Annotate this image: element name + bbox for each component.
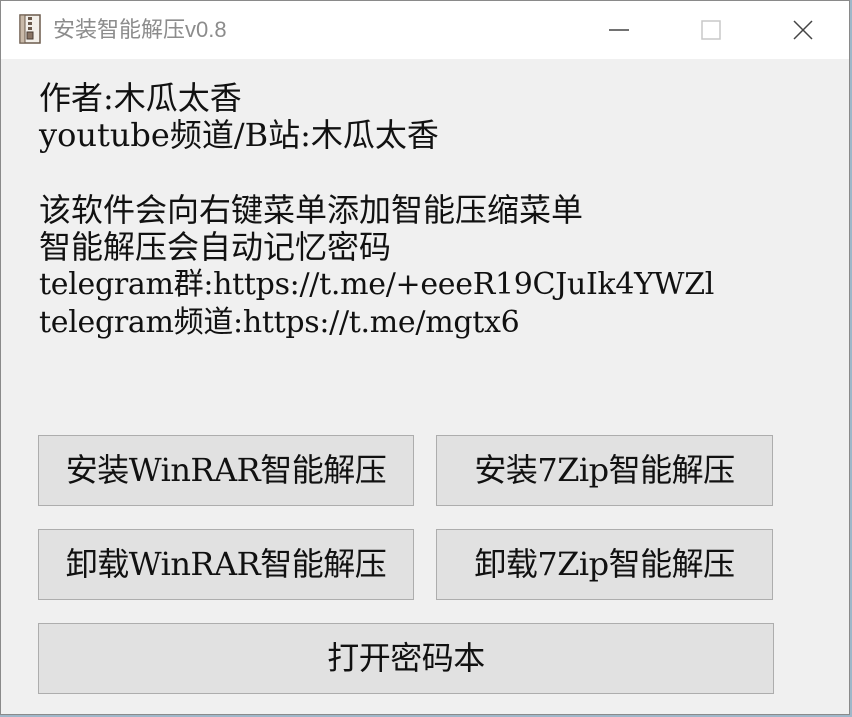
channel-label: youtube频道/B站:木瓜太香 xyxy=(39,116,439,154)
install-winrar-button[interactable]: 安装WinRAR智能解压 xyxy=(38,435,414,506)
title-bar[interactable]: 安装智能解压v0.8 xyxy=(1,1,849,59)
telegram-group-label: telegram群:https://t.me/+eeeR19CJuIk4YWZl xyxy=(39,267,715,302)
description-line-2: 智能解压会自动记忆密码 xyxy=(39,228,392,266)
install-7zip-button[interactable]: 安装7Zip智能解压 xyxy=(436,435,773,506)
minimize-icon xyxy=(609,29,629,31)
app-window: 安装智能解压v0.8 作者:木瓜太香 youtube频道/B站:木瓜太香 该软件… xyxy=(0,0,850,715)
main-panel: 作者:木瓜太香 youtube频道/B站:木瓜太香 该软件会向右键菜单添加智能压… xyxy=(1,59,849,714)
open-password-book-button[interactable]: 打开密码本 xyxy=(38,623,774,694)
uninstall-7zip-button[interactable]: 卸载7Zip智能解压 xyxy=(436,529,773,600)
maximize-button[interactable] xyxy=(665,1,757,59)
description-line-1: 该软件会向右键菜单添加智能压缩菜单 xyxy=(39,191,584,229)
telegram-channel-label: telegram频道:https://t.me/mgtx6 xyxy=(39,305,520,340)
close-button[interactable] xyxy=(757,1,849,59)
author-label: 作者:木瓜太香 xyxy=(39,79,242,117)
uninstall-winrar-button[interactable]: 卸载WinRAR智能解压 xyxy=(38,529,414,600)
minimize-button[interactable] xyxy=(573,1,665,59)
close-icon xyxy=(793,20,813,40)
archive-zipper-icon xyxy=(19,14,41,44)
window-title: 安装智能解压v0.8 xyxy=(53,17,227,42)
maximize-icon xyxy=(701,20,721,40)
